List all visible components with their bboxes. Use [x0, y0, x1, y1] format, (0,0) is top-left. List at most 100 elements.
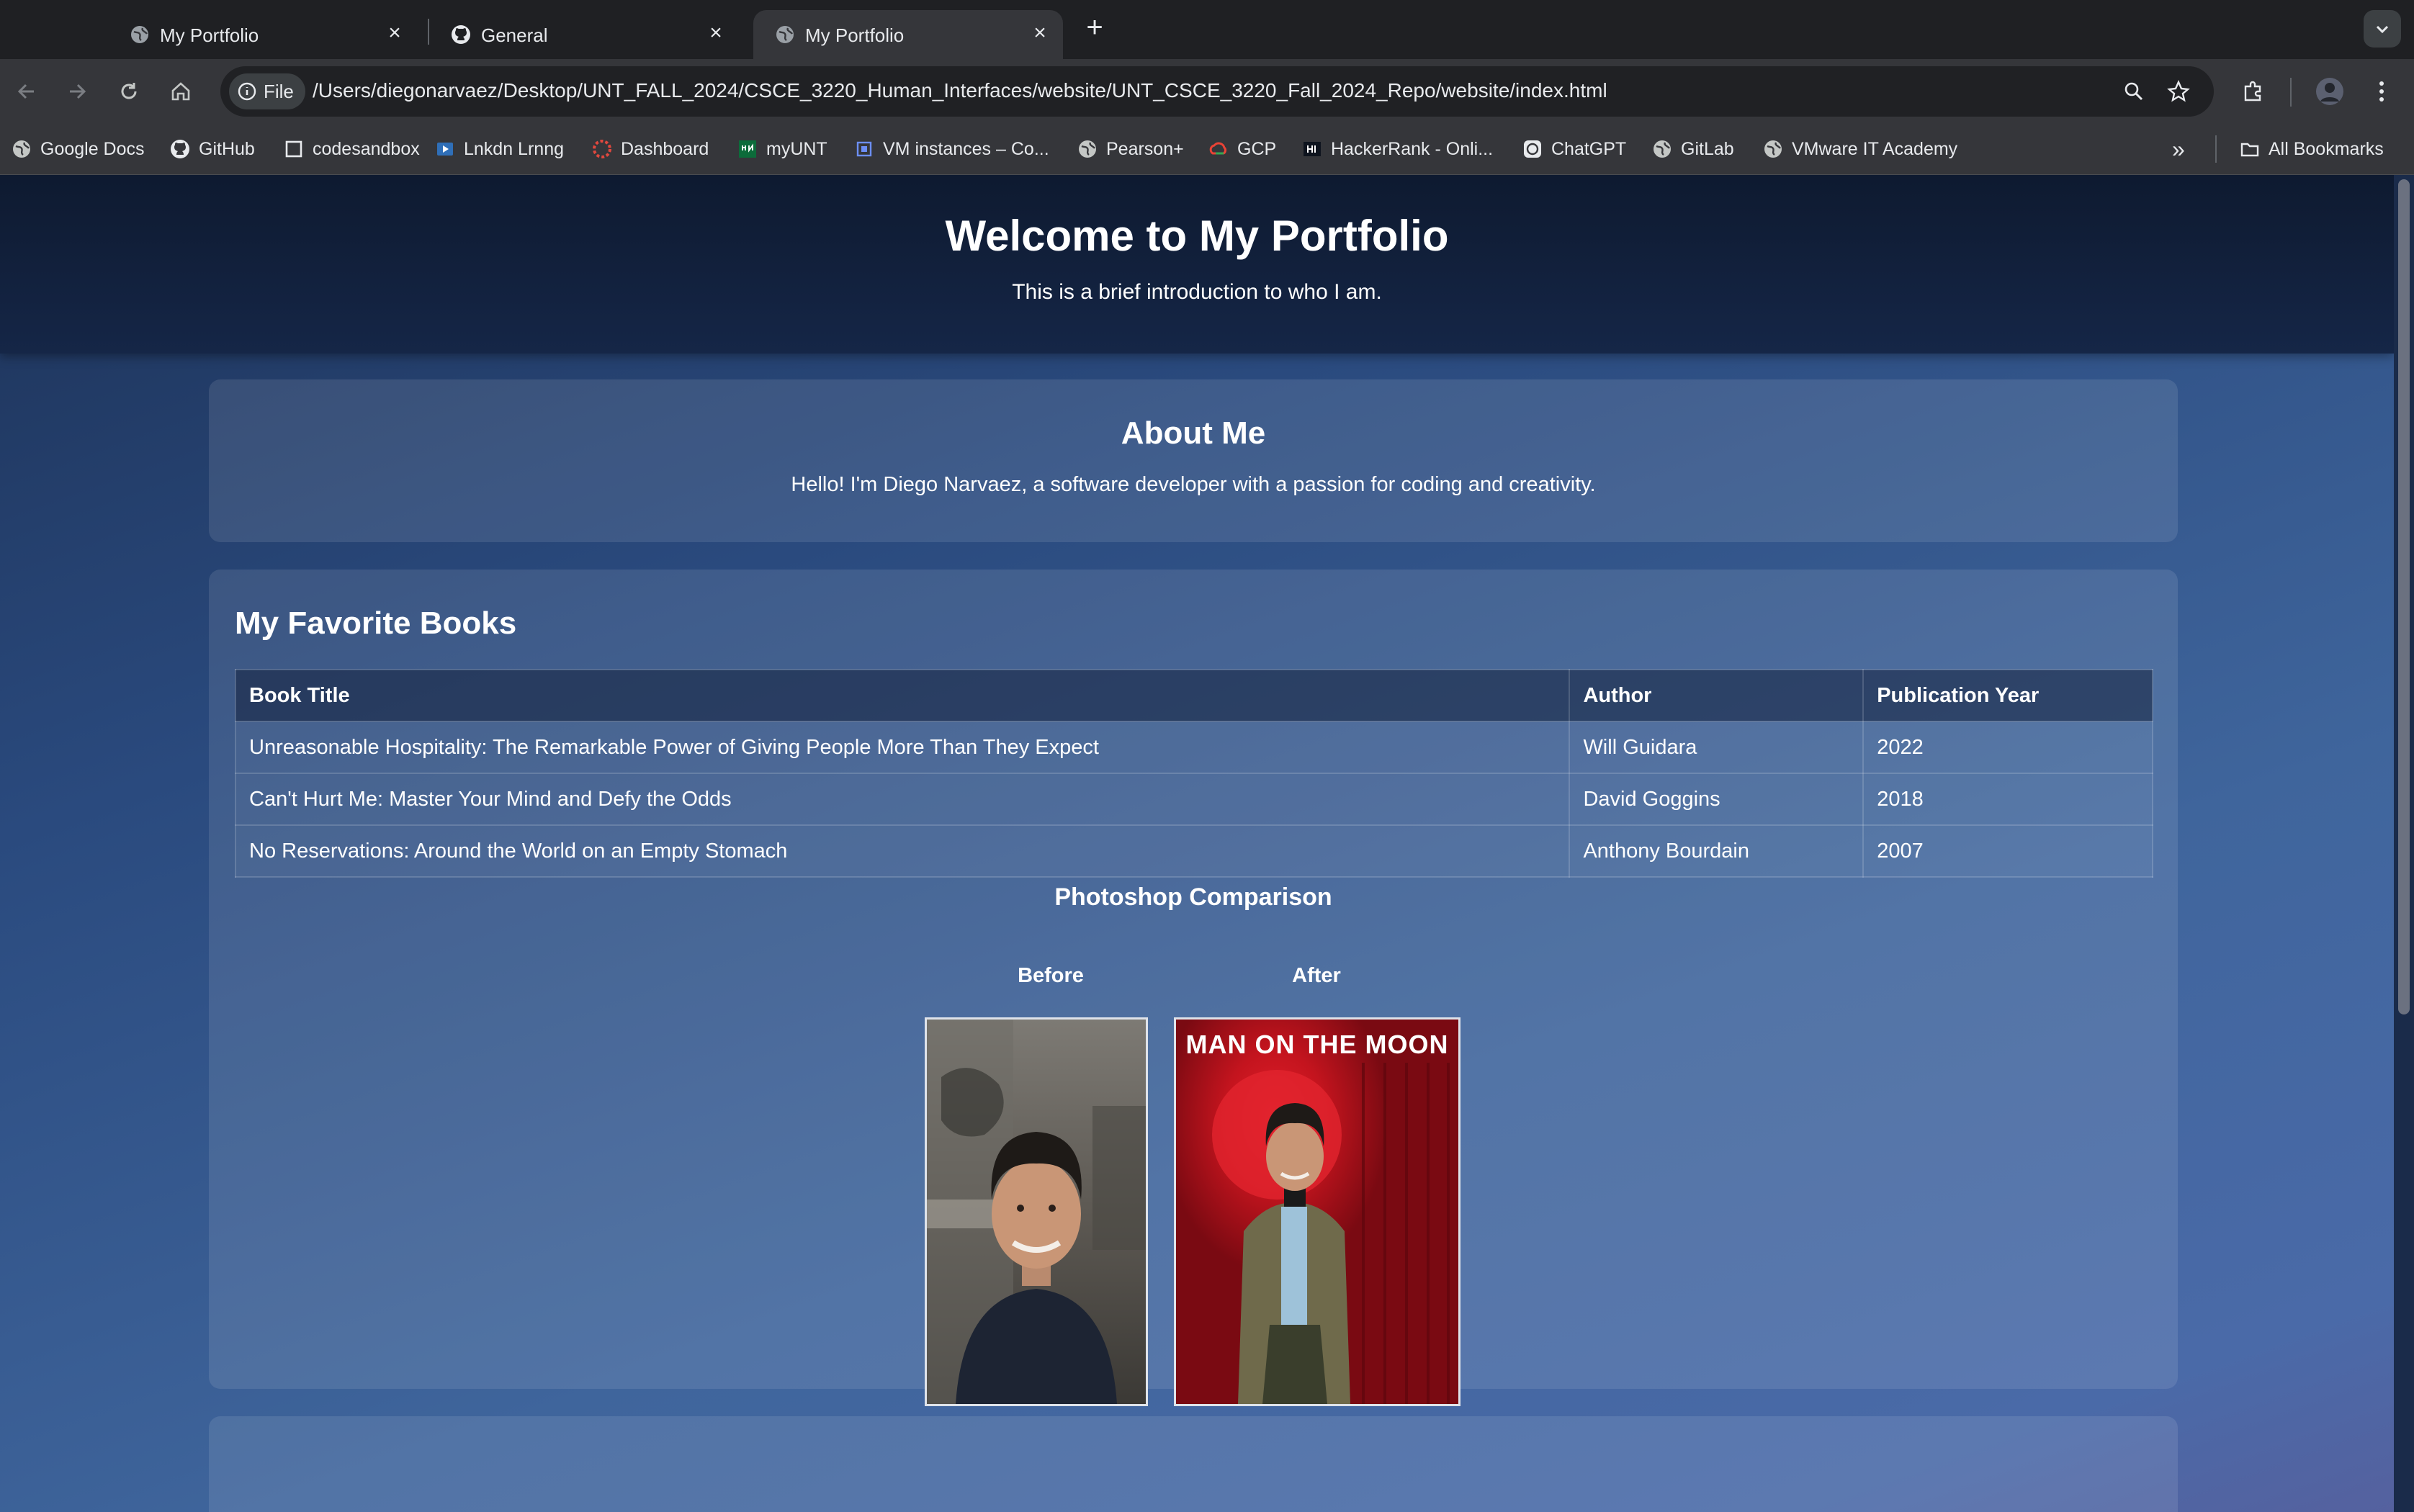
column-header-author: Author	[1569, 669, 1865, 722]
all-bookmarks-button[interactable]: All Bookmarks	[2240, 137, 2384, 161]
magnifier-icon	[2124, 82, 2143, 101]
site-info-chip[interactable]: File	[229, 73, 305, 109]
zoom-button[interactable]	[2120, 78, 2148, 105]
linkedin-learning-icon	[437, 143, 453, 156]
books-section: My Favorite Books Book Title Author Publ…	[209, 570, 2178, 1406]
bookmark-label: ChatGPT	[1551, 138, 1627, 159]
home-button[interactable]	[164, 75, 197, 108]
next-section	[209, 1416, 2178, 1512]
globe-icon	[131, 26, 148, 43]
site-header: Welcome to My Portfolio This is a brief …	[0, 175, 2394, 354]
book-title-cell: Unreasonable Hospitality: The Remarkable…	[234, 721, 1571, 774]
book-year-cell: 2018	[1862, 773, 2153, 826]
books-table: Book Title Author Publication Year Unrea…	[234, 669, 2153, 878]
table-row: No Reservations: Around the World on an …	[234, 824, 2153, 878]
tab-search-button[interactable]	[2364, 10, 2401, 48]
portrait-photo-before	[927, 1020, 1146, 1404]
bookmark-label: GCP	[1237, 138, 1277, 159]
forward-button[interactable]	[60, 75, 94, 108]
book-title-cell: Can't Hurt Me: Master Your Mind and Defy…	[234, 773, 1571, 826]
myunt-icon	[739, 140, 756, 158]
chevron-down-icon	[2376, 25, 2389, 34]
bookmark-gitlab[interactable]: GitLab	[1652, 137, 1734, 161]
reload-button[interactable]	[112, 75, 145, 108]
column-header-title: Book Title	[234, 669, 1571, 722]
bookmark-vm-instances[interactable]: VM instances – Co...	[854, 137, 1049, 161]
bookmark-gcp[interactable]: GCP	[1208, 137, 1276, 161]
forward-arrow-icon	[70, 84, 86, 99]
url-text[interactable]: /Users/diegonarvaez/Desktop/UNT_FALL_202…	[313, 79, 1607, 102]
bookmark-chatgpt[interactable]: ChatGPT	[1522, 137, 1626, 161]
bookmark-pearson[interactable]: Pearson+	[1077, 137, 1184, 161]
bookmark-dashboard[interactable]: Dashboard	[592, 137, 709, 161]
chatgpt-icon	[1524, 140, 1541, 158]
extensions-button[interactable]	[2237, 75, 2270, 108]
bookmark-label: Lnkdn Lrnng	[464, 138, 565, 159]
home-icon	[171, 82, 190, 101]
double-chevron-icon: »	[2172, 135, 2185, 162]
close-tab-icon[interactable]: ×	[382, 20, 408, 46]
close-tab-icon[interactable]: ×	[703, 20, 729, 46]
bookmark-hackerrank[interactable]: HackerRank - Onli...	[1302, 137, 1493, 161]
man-on-the-moon-poster	[1176, 1020, 1458, 1404]
after-label: After	[1292, 964, 1341, 987]
address-bar[interactable]: File /Users/diegonarvaez/Desktop/UNT_FAL…	[220, 66, 2214, 117]
bookmark-google-docs[interactable]: Google Docs	[12, 137, 145, 161]
bookmark-label: myUNT	[766, 138, 827, 159]
globe-icon	[13, 140, 30, 158]
avatar	[2316, 78, 2343, 105]
tab-title: General	[481, 24, 548, 46]
browser-window: My Portfolio × General × My Portfolio × …	[0, 0, 2414, 1512]
bookmark-lnkdn-lrnng[interactable]: Lnkdn Lrnng	[435, 137, 564, 161]
page-viewport[interactable]: Welcome to My Portfolio This is a brief …	[0, 175, 2394, 1512]
folder-icon	[2240, 143, 2259, 157]
page-subtitle: This is a brief introduction to who I am…	[1012, 280, 1382, 304]
new-tab-button[interactable]: +	[1080, 13, 1109, 42]
menu-button[interactable]	[2365, 75, 2398, 108]
table-row: Unreasonable Hospitality: The Remarkable…	[234, 721, 2153, 774]
all-bookmarks-label: All Bookmarks	[2269, 138, 2384, 159]
tab-my-portfolio-active[interactable]: My Portfolio ×	[753, 10, 1063, 59]
bookmark-label: codesandbox	[313, 138, 420, 159]
tab-general[interactable]: General ×	[429, 10, 739, 59]
bookmark-label: VMware IT Academy	[1792, 138, 1958, 159]
book-title-cell: No Reservations: Around the World on an …	[234, 824, 1571, 878]
bookmark-label: Google Docs	[40, 138, 145, 159]
gcp-icon	[1209, 142, 1227, 155]
bookmark-star-button[interactable]	[2165, 78, 2192, 105]
about-heading: About Me	[1121, 415, 1266, 451]
browser-toolbar: File /Users/diegonarvaez/Desktop/UNT_FAL…	[0, 59, 2414, 124]
bookmark-codesandbox[interactable]: codesandbox	[284, 137, 420, 161]
globe-icon	[1654, 140, 1671, 158]
site-info-label: File	[264, 80, 294, 102]
scrollbar-thumb[interactable]	[2398, 179, 2410, 1014]
poster-title: MAN ON THE MOON	[1185, 1030, 1449, 1059]
page-scrollbar[interactable]	[2394, 175, 2414, 1512]
book-year-cell: 2022	[1862, 721, 2153, 774]
after-photo: MAN ON THE MOON	[1174, 1017, 1460, 1406]
codesandbox-icon	[285, 140, 302, 158]
globe-icon	[1764, 140, 1782, 158]
bookmark-label: HackerRank - Onli...	[1331, 138, 1494, 159]
profile-button[interactable]	[2313, 75, 2346, 108]
tab-strip: My Portfolio × General × My Portfolio × …	[0, 0, 2414, 59]
book-year-cell: 2007	[1862, 824, 2153, 878]
bookmark-github[interactable]: GitHub	[170, 137, 255, 161]
close-tab-icon[interactable]: ×	[1027, 20, 1053, 46]
bookmark-vmware-it-academy[interactable]: VMware IT Academy	[1763, 137, 1957, 161]
kebab-menu-icon	[2379, 81, 2384, 102]
before-photo	[925, 1017, 1148, 1406]
reload-icon	[121, 83, 137, 99]
star-icon	[2167, 80, 2190, 102]
hackerrank-icon	[1304, 142, 1321, 156]
bookmark-myunt[interactable]: myUNT	[737, 137, 827, 161]
bookmark-label: Dashboard	[621, 138, 709, 159]
bookmarks-overflow-button[interactable]: »	[2172, 135, 2185, 162]
book-author-cell: David Goggins	[1569, 773, 1865, 826]
tab-my-portfolio-1[interactable]: My Portfolio ×	[108, 10, 418, 59]
bookmark-label: GitLab	[1681, 138, 1734, 159]
books-heading: My Favorite Books	[235, 606, 517, 641]
globe-icon	[776, 26, 794, 43]
back-button[interactable]	[10, 75, 43, 108]
table-row: Can't Hurt Me: Master Your Mind and Defy…	[234, 773, 2153, 826]
